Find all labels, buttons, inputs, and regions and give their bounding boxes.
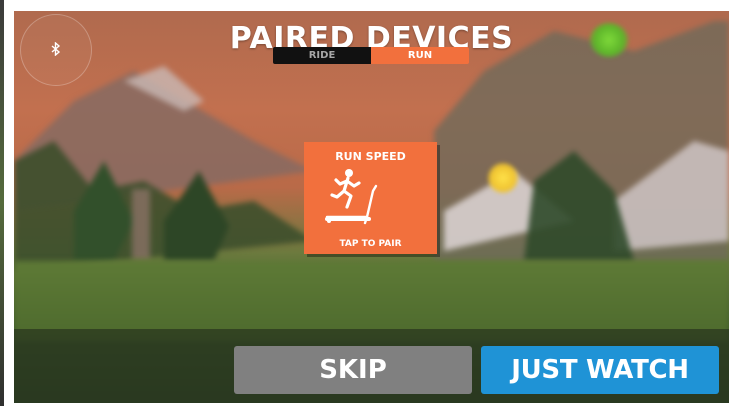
run-speed-pair-tile[interactable]: RUN SPEED TAP TO PAIR (304, 142, 437, 254)
just-watch-button[interactable]: JUST WATCH (481, 346, 719, 394)
game-screen: PAIRED DEVICES RIDE RUN RUN SPEED TAP TO… (14, 11, 729, 403)
skip-button[interactable]: SKIP (234, 346, 472, 394)
tile-title: RUN SPEED (335, 150, 406, 163)
tap-to-pair-label: TAP TO PAIR (339, 239, 402, 249)
mode-tab-run[interactable]: RUN (371, 47, 469, 64)
left-edge-strip (0, 0, 4, 406)
treadmill-runner-icon (323, 167, 385, 229)
sport-mode-toggle: RIDE RUN (273, 47, 469, 64)
mode-tab-ride[interactable]: RIDE (273, 47, 371, 64)
scenery-sun (488, 163, 518, 193)
